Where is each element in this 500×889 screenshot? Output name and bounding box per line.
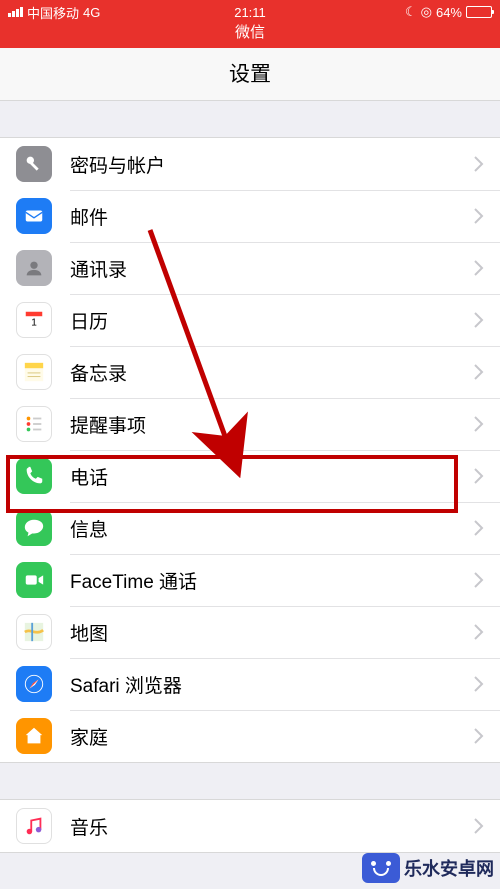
phone-icon <box>16 458 52 494</box>
settings-group-1: 密码与帐户 邮件 通讯录 1 日历 备忘录 提醒事项 <box>0 137 500 763</box>
row-label: 备忘录 <box>70 359 474 386</box>
status-bar: 中国移动 4G 21:11 ☾ ◎ 64% <box>0 0 500 24</box>
row-label: 密码与帐户 <box>70 151 474 178</box>
status-left: 中国移动 4G <box>8 3 100 22</box>
row-label: Safari 浏览器 <box>70 671 474 698</box>
chevron-right-icon <box>474 818 484 834</box>
watermark-text: 乐水安卓网 <box>404 855 494 881</box>
row-password[interactable]: 密码与帐户 <box>0 138 500 190</box>
chevron-right-icon <box>474 156 484 172</box>
row-notes[interactable]: 备忘录 <box>0 346 500 398</box>
music-icon <box>16 808 52 844</box>
home-icon <box>16 718 52 754</box>
chevron-right-icon <box>474 624 484 640</box>
chevron-right-icon <box>474 364 484 380</box>
row-label: 邮件 <box>70 203 474 230</box>
row-label: 电话 <box>70 463 474 490</box>
contacts-icon <box>16 250 52 286</box>
mail-icon <box>16 198 52 234</box>
calendar-icon: 1 <box>16 302 52 338</box>
maps-icon <box>16 614 52 650</box>
chevron-right-icon <box>474 468 484 484</box>
row-label: FaceTime 通话 <box>70 567 474 594</box>
network-label: 4G <box>83 5 100 20</box>
row-facetime[interactable]: FaceTime 通话 <box>0 554 500 606</box>
alarm-icon: ◎ <box>421 4 432 20</box>
watermark: 乐水安卓网 <box>362 853 494 883</box>
dnd-icon: ☾ <box>405 4 417 20</box>
row-label: 音乐 <box>70 813 474 840</box>
svg-text:1: 1 <box>31 318 37 329</box>
carrier-label: 中国移动 <box>27 3 79 22</box>
chevron-right-icon <box>474 572 484 588</box>
row-calendar[interactable]: 1 日历 <box>0 294 500 346</box>
safari-icon <box>16 666 52 702</box>
row-label: 地图 <box>70 619 474 646</box>
watermark-icon <box>362 853 400 883</box>
messages-icon <box>16 510 52 546</box>
row-label: 信息 <box>70 515 474 542</box>
row-phone[interactable]: 电话 <box>0 450 500 502</box>
row-maps[interactable]: 地图 <box>0 606 500 658</box>
row-reminders[interactable]: 提醒事项 <box>0 398 500 450</box>
chevron-right-icon <box>474 260 484 276</box>
battery-percent: 64% <box>436 5 462 20</box>
chevron-right-icon <box>474 416 484 432</box>
key-icon <box>16 146 52 182</box>
row-label: 家庭 <box>70 723 474 750</box>
reminders-icon <box>16 406 52 442</box>
row-mail[interactable]: 邮件 <box>0 190 500 242</box>
row-label: 日历 <box>70 307 474 334</box>
chevron-right-icon <box>474 520 484 536</box>
nav-subtitle: 微信 <box>0 24 500 48</box>
signal-icon <box>8 7 23 17</box>
chevron-right-icon <box>474 728 484 744</box>
facetime-icon <box>16 562 52 598</box>
status-right: ☾ ◎ 64% <box>405 4 492 20</box>
notes-icon <box>16 354 52 390</box>
battery-icon <box>466 6 492 18</box>
row-music[interactable]: 音乐 <box>0 800 500 852</box>
page-title: 设置 <box>0 48 500 101</box>
chevron-right-icon <box>474 208 484 224</box>
row-contacts[interactable]: 通讯录 <box>0 242 500 294</box>
status-time: 21:11 <box>234 5 266 20</box>
row-safari[interactable]: Safari 浏览器 <box>0 658 500 710</box>
chevron-right-icon <box>474 676 484 692</box>
row-home[interactable]: 家庭 <box>0 710 500 762</box>
row-label: 通讯录 <box>70 255 474 282</box>
chevron-right-icon <box>474 312 484 328</box>
settings-group-2: 音乐 <box>0 799 500 853</box>
row-messages[interactable]: 信息 <box>0 502 500 554</box>
row-label: 提醒事项 <box>70 411 474 438</box>
